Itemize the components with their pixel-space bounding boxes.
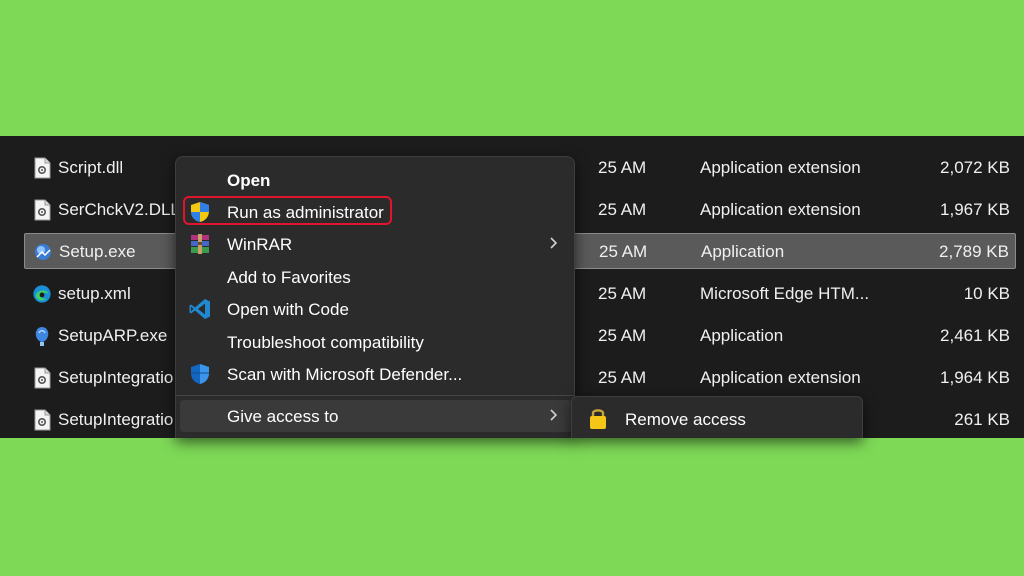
run-as-admin-highlight-box (183, 196, 392, 225)
edge-icon (33, 285, 51, 303)
file-date: 25 AM (598, 284, 647, 303)
file-date: 25 AM (599, 242, 648, 261)
menu-item-label: Add to Favorites (227, 268, 351, 287)
menu-item-scan-with-defender[interactable]: Scan with Microsoft Defender... (176, 358, 574, 390)
menu-item-open[interactable]: Open (176, 164, 574, 196)
file-type: Application (700, 326, 784, 345)
file-size: 2,461 KB (940, 326, 1010, 345)
menu-item-open-with-code[interactable]: Open with Code (176, 293, 574, 325)
file-name: SetupIntegratio (58, 410, 174, 429)
file-date: 25 AM (598, 326, 647, 345)
file-size: 1,964 KB (940, 368, 1010, 387)
vscode-icon (189, 299, 210, 319)
file-date: 25 AM (598, 200, 647, 219)
submenu-item-remove-access[interactable]: Remove access (625, 410, 746, 430)
file-size: 2,789 KB (939, 242, 1009, 261)
menu-item-label: Open (227, 171, 271, 190)
file-name: Script.dll (58, 158, 124, 177)
dll-file-icon (34, 409, 51, 431)
menu-item-label: Scan with Microsoft Defender... (227, 365, 463, 384)
chevron-right-icon (550, 237, 558, 249)
file-type: Application (701, 242, 785, 261)
file-name: SerChckV2.DLL (58, 200, 180, 219)
menu-item-label: Open with Code (227, 300, 349, 319)
file-type: Application extension (700, 200, 861, 219)
file-date: 25 AM (598, 368, 647, 387)
lock-icon (590, 409, 606, 429)
file-type: Microsoft Edge HTM... (700, 284, 870, 303)
file-name: Setup.exe (59, 242, 136, 261)
winrar-icon (191, 234, 209, 254)
setup-exe-icon (35, 244, 51, 260)
dll-file-icon (34, 199, 51, 221)
file-size: 10 KB (963, 284, 1010, 303)
file-size: 1,967 KB (940, 200, 1010, 219)
file-date: 25 AM (598, 158, 647, 177)
give-access-submenu: Remove access (571, 396, 863, 438)
file-name: SetupIntegratio (58, 368, 174, 387)
menu-item-label: Troubleshoot compatibility (227, 333, 424, 352)
dll-file-icon (34, 367, 51, 389)
menu-separator (176, 395, 574, 396)
file-name: SetupARP.exe (58, 326, 168, 345)
file-name: setup.xml (58, 284, 131, 303)
chevron-right-icon (550, 409, 558, 421)
menu-item-winrar[interactable]: WinRAR (176, 228, 574, 260)
dll-file-icon (34, 157, 51, 179)
setup-arp-icon (35, 327, 49, 346)
file-type: Application extension (700, 368, 861, 387)
menu-item-troubleshoot-compatibility[interactable]: Troubleshoot compatibility (176, 326, 574, 358)
menu-item-add-to-favorites[interactable]: Add to Favorites (176, 261, 574, 293)
menu-item-label: Give access to (227, 407, 339, 426)
defender-shield-icon (191, 364, 209, 384)
menu-item-label: WinRAR (227, 235, 293, 254)
file-type: Application extension (700, 158, 861, 177)
menu-item-give-access-to[interactable]: Give access to (180, 400, 572, 432)
file-size: 2,072 KB (940, 158, 1010, 177)
file-size: 261 KB (954, 410, 1010, 429)
